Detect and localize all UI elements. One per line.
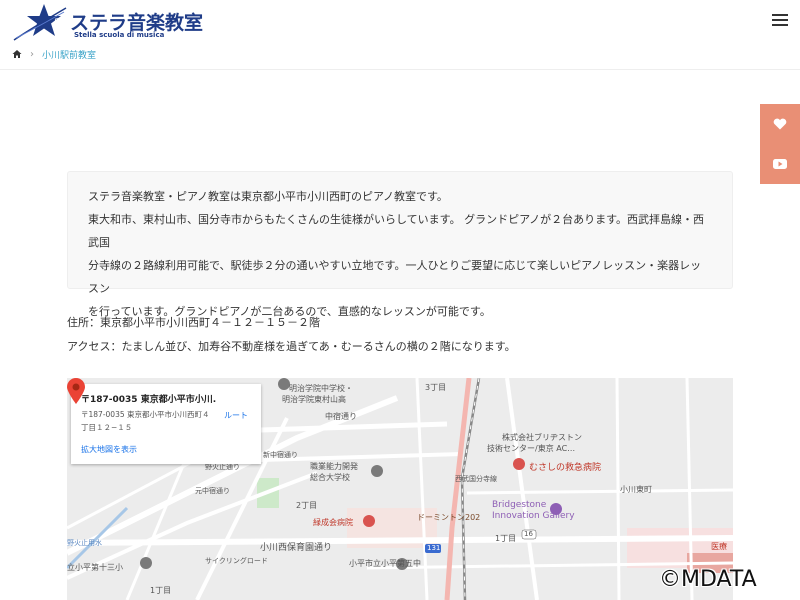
watermark: ©MDATA xyxy=(659,567,757,592)
map-label: サイクリングロード xyxy=(205,557,268,565)
map-card-address-line: 〒187-0035 東京都小平市小川西町４ xyxy=(81,410,210,419)
favorite-tab[interactable] xyxy=(760,104,800,144)
menu-icon[interactable] xyxy=(772,14,788,28)
site-header: Stella ステラ音楽教室 Stella scuola di musica xyxy=(0,0,800,45)
enlarge-map-link[interactable]: 拡大地図を表示 xyxy=(81,444,137,455)
map-label: 2丁目 xyxy=(296,501,318,510)
map-label: 技術センター/東京 AC… xyxy=(487,444,576,453)
heart-icon xyxy=(773,118,787,130)
intro-box: ステラ音楽教室・ピアノ教室は東京都小平市小川西町のピアノ教室です。 東大和市、東… xyxy=(67,171,733,318)
intro-line: 分寺線の２路線利用可能で、駅徒歩２分の通いやすい立地です。一人ひとりご要望に応じ… xyxy=(88,259,702,295)
google-map[interactable]: 明治学院中学校・ 明治学院東村山高 3丁目 中宿通り 株式会社ブリヂストン 技術… xyxy=(67,378,733,600)
map-label: 1丁目 xyxy=(150,586,172,595)
intro-line: 東大和市、東村山市、国分寺市からもたくさんの生徒様がいらしています。 グランドピ… xyxy=(88,213,704,249)
map-label: ドーミントン202 xyxy=(417,513,481,522)
map-label: 医療 xyxy=(711,542,727,551)
site-logo[interactable]: Stella ステラ音楽教室 Stella scuola di musica xyxy=(12,2,203,42)
route-link[interactable]: ルート xyxy=(224,410,248,421)
map-label: 明治学院中学校・ xyxy=(289,384,353,393)
map-info-card: 〒187-0035 東京都小平市小川... 〒187-0035 東京都小平市小川… xyxy=(71,384,261,464)
map-label: 野火止用水 xyxy=(67,539,102,547)
map-label: 職業能力開発 xyxy=(310,462,358,471)
map-label: Innovation Gallery xyxy=(492,511,575,521)
address-block: 住所：東京都小平市小川西町４－１２－１５－２階 アクセス：たましん並び、加寿谷不… xyxy=(67,311,516,359)
youtube-tab[interactable] xyxy=(760,144,800,184)
star-logo-icon: Stella xyxy=(13,4,68,41)
map-card-title: 〒187-0035 東京都小平市小川... xyxy=(81,395,216,405)
access-line: アクセス：たましん並び、加寿谷不動産様を過ぎてあ・むーるさんの横の２階になります… xyxy=(67,340,516,353)
map-label: Bridgestone xyxy=(492,500,547,510)
map-card-address-line: 丁目１２−１５ xyxy=(81,423,133,432)
address-line: 住所：東京都小平市小川西町４－１２－１５－２階 xyxy=(67,316,320,329)
map-label: 小川西保育園通り xyxy=(260,543,333,553)
map-label: 元中宿通り xyxy=(195,487,230,495)
map-label: 1丁目 xyxy=(495,534,517,543)
map-label: 明治学院東村山高 xyxy=(282,395,346,404)
map-label: 立小平第十三小 xyxy=(67,563,123,572)
map-card-address: 〒187-0035 東京都小平市小川西町４ 丁目１２−１５ xyxy=(81,408,216,434)
map-label: 131 xyxy=(427,544,441,552)
map-label: 新中宿通り xyxy=(263,451,298,459)
map-label: 総合大学校 xyxy=(310,473,350,482)
map-label: 株式会社ブリヂストン xyxy=(502,433,582,442)
map-label: 西武国分寺線 xyxy=(455,475,497,483)
star-text: Stella xyxy=(54,17,68,26)
breadcrumb-current[interactable]: 小川駅前教室 xyxy=(42,48,96,61)
youtube-icon xyxy=(773,159,787,169)
brand-subtitle: Stella scuola di musica xyxy=(74,31,165,39)
breadcrumb: › 小川駅前教室 xyxy=(12,46,96,62)
map-label: 小平市立小平第五中 xyxy=(349,559,421,568)
map-label: 緑成会病院 xyxy=(313,518,353,527)
chevron-right-icon: › xyxy=(30,48,34,60)
map-label: 小川東町 xyxy=(620,485,652,494)
map-label: 3丁目 xyxy=(425,383,447,392)
header-divider xyxy=(0,69,800,70)
map-label: むさしの救急病院 xyxy=(529,463,602,473)
home-icon[interactable] xyxy=(12,49,22,59)
intro-line: ステラ音楽教室・ピアノ教室は東京都小平市小川西町のピアノ教室です。 xyxy=(88,190,448,203)
map-label: 16 xyxy=(524,530,533,538)
map-pin-icon[interactable] xyxy=(67,378,85,404)
map-label: 中宿通り xyxy=(325,412,357,421)
